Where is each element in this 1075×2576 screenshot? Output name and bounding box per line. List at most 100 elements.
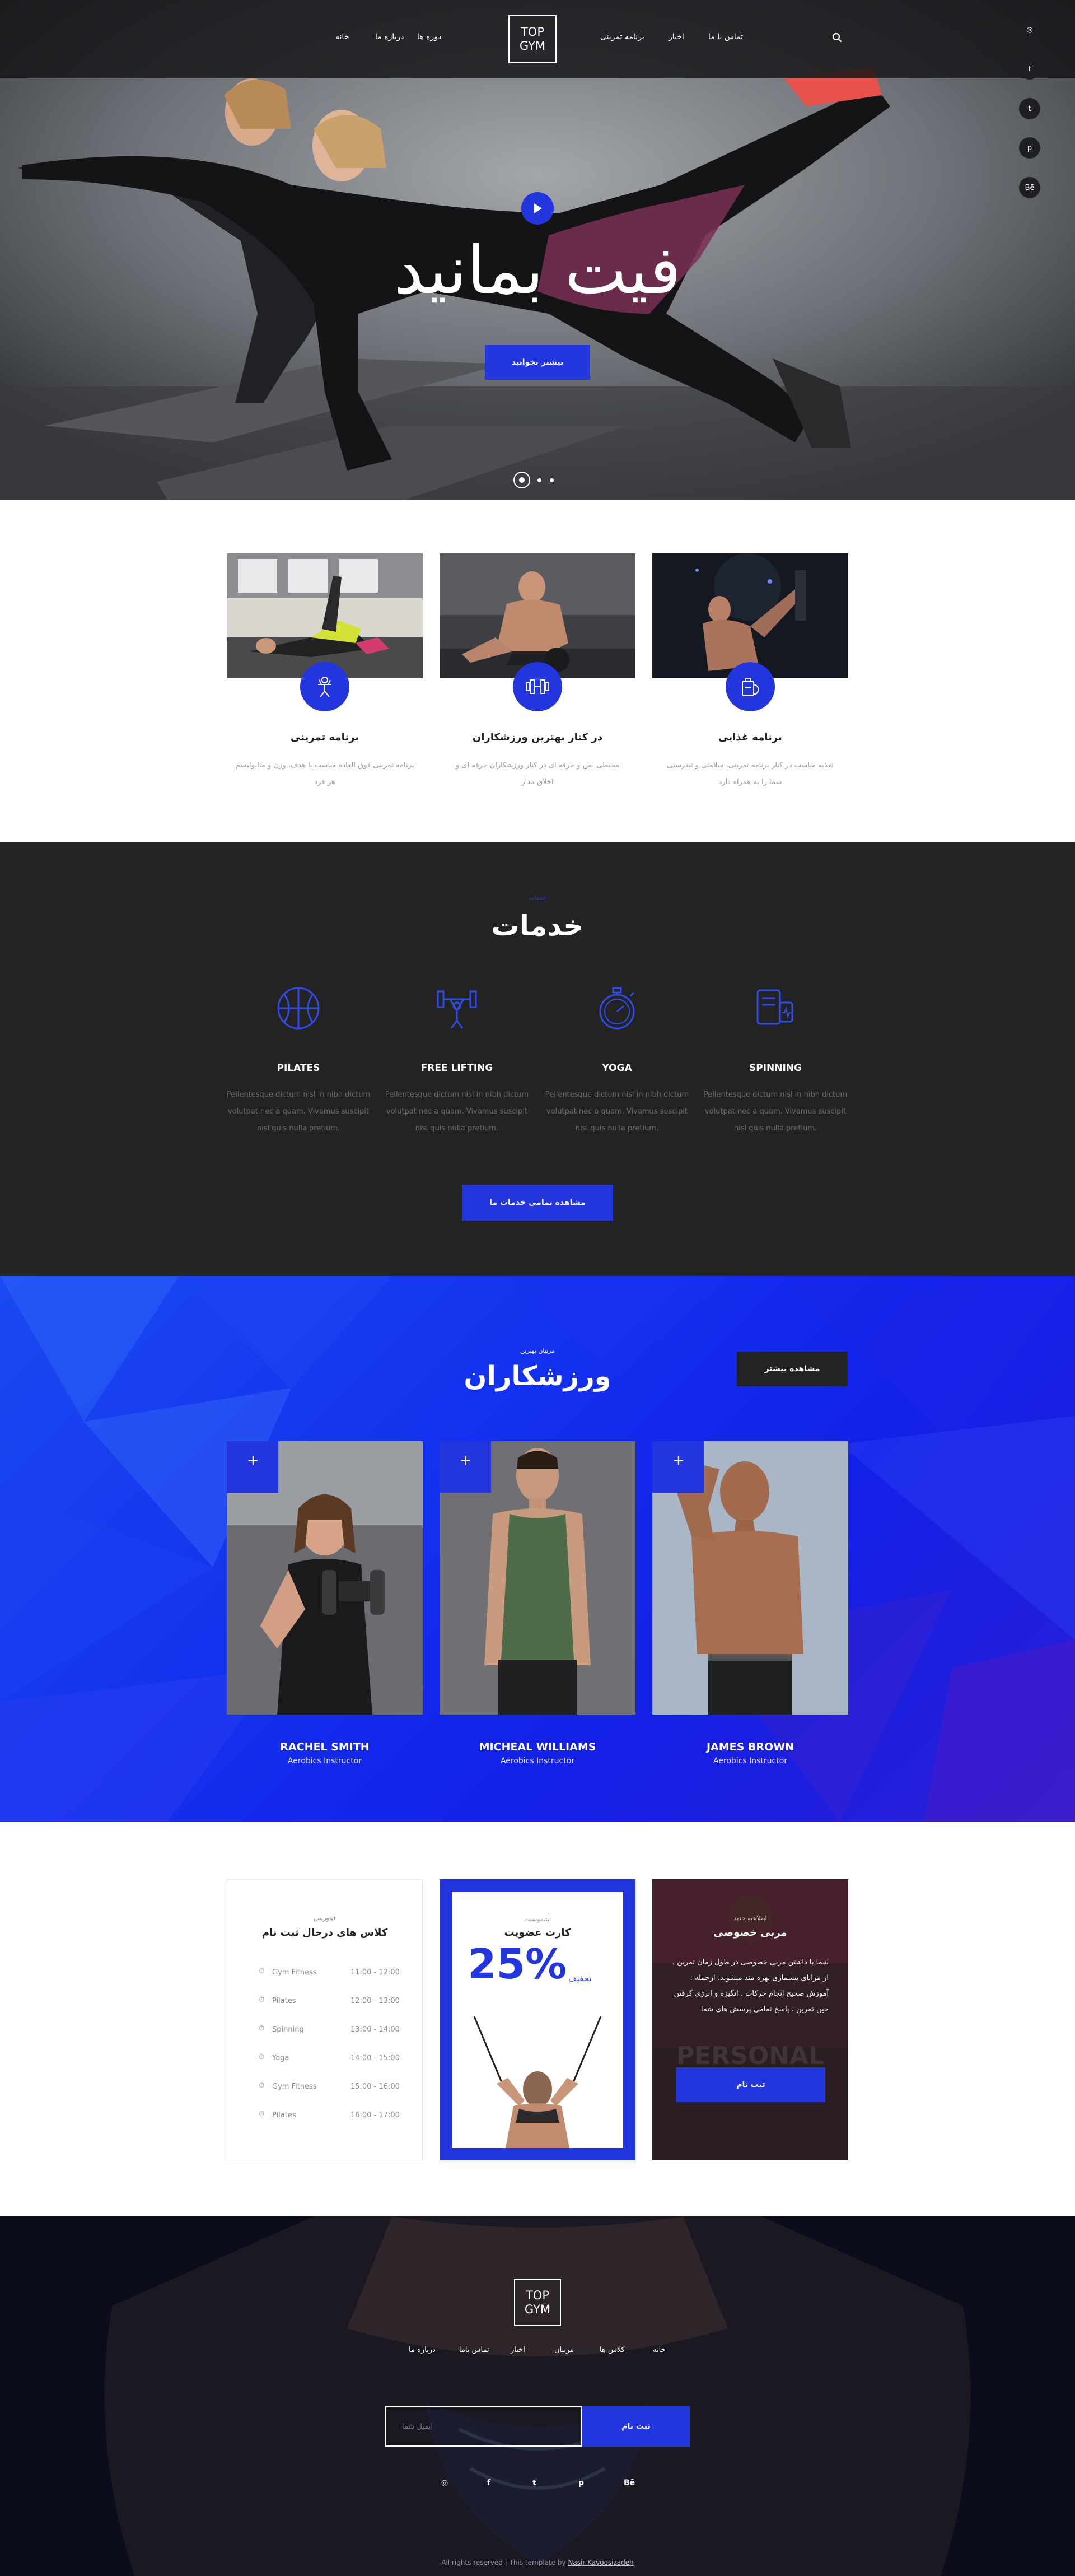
footer-link-classes[interactable]: کلاس ها <box>600 2346 625 2354</box>
schedule-subtitle: فیتوریس <box>314 1914 336 1922</box>
footer-behance-icon[interactable]: Bē <box>624 2479 635 2488</box>
newsletter-subscribe-button[interactable]: ثبت نام <box>582 2406 690 2447</box>
nav-courses[interactable]: دوره ها <box>417 32 441 41</box>
top-navigation: خانه درباره ما دوره ها برنامه تمرینی اخب… <box>0 0 1075 78</box>
weightlifting-icon <box>437 990 477 1029</box>
nav-about[interactable]: درباره ما <box>375 32 404 41</box>
schedule-row: ⏱ Pilates 12:00 - 13:00 <box>259 1996 410 2007</box>
copyright-text: All rights reserved | This template by <box>441 2559 566 2566</box>
behance-icon[interactable]: Bē <box>1019 177 1040 198</box>
trainer-card-micheal[interactable]: + <box>440 1441 635 1715</box>
class-name: Gym Fitness <box>272 1968 317 1977</box>
play-video-button[interactable] <box>521 192 554 225</box>
clock-icon: ⏱ <box>259 1967 265 1976</box>
class-name: Pilates <box>272 2111 296 2120</box>
trainers-title: ورزشکاران <box>464 1361 611 1392</box>
trainer-role: Aerobics Instructor <box>713 1757 788 1766</box>
service-text: Pellentesque dictum nisl in nibh dictum … <box>703 1091 848 1133</box>
personal-text: شما با داشتن مربی خصوصی در طول زمان تمری… <box>672 1958 829 2014</box>
personal-title: مربی خصوصی <box>713 1927 787 1939</box>
site-logo[interactable]: TOP GYM <box>508 15 557 63</box>
footer-pinterest-icon[interactable]: p <box>578 2479 584 2488</box>
schedule-row: ⏱ Yoga 14:00 - 15:00 <box>259 2053 410 2064</box>
logo-bottom-text: GYM <box>519 39 546 53</box>
class-time: 15:00 - 16:00 <box>350 2083 400 2091</box>
nav-program[interactable]: برنامه تمرینی <box>600 32 644 41</box>
trainers-more-button[interactable]: مشاهده بیشتر <box>737 1352 848 1386</box>
clock-icon: ⏱ <box>259 2024 265 2033</box>
trainer-plus-button[interactable]: + <box>227 1441 278 1493</box>
class-time: 13:00 - 14:00 <box>350 2025 400 2034</box>
logo-top-text: TOP <box>520 25 545 39</box>
feature-text: محیطی امن و حرفه ای در کنار ورزشکاران حر… <box>455 761 620 786</box>
hero-title: فیت بمانید <box>394 231 681 309</box>
play-icon <box>534 203 542 213</box>
basketball-icon <box>277 987 320 1030</box>
facebook-icon[interactable]: f <box>1019 58 1040 80</box>
membership-subtitle: اپتیموسیت <box>524 1916 551 1923</box>
nutrition-icon <box>742 678 759 696</box>
footer-dribbble-icon[interactable]: ◎ <box>441 2479 448 2488</box>
footer-link-contact[interactable]: تماس باما <box>459 2346 489 2354</box>
newsletter-email-input[interactable] <box>385 2406 582 2447</box>
clock-icon: ⏱ <box>259 2110 265 2118</box>
schedule-title: کلاس های درحال ثبت نام <box>261 1927 388 1939</box>
dumbbell-icon <box>526 679 549 694</box>
footer-link-home[interactable]: خانه <box>653 2346 666 2354</box>
service-text: Pellentesque dictum nisl in nibh dictum … <box>545 1091 689 1133</box>
view-all-services-button[interactable]: مشاهده تمامی خدمات ما <box>462 1185 613 1221</box>
copyright-line: All rights reserved | This template by N… <box>314 2559 761 2566</box>
class-time: 14:00 - 15:00 <box>350 2054 400 2062</box>
membership-photo <box>452 2016 623 2148</box>
service-text: Pellentesque dictum nisl in nibh dictum … <box>226 1091 371 1133</box>
trainers-subtitle: مربیان بهترین <box>520 1347 555 1354</box>
nav-home[interactable]: خانه <box>335 32 349 41</box>
footer-link-trainers[interactable]: مربیان <box>554 2346 574 2354</box>
nutrition-badge <box>726 662 775 711</box>
dribbble-icon[interactable]: ◎ <box>1019 19 1040 40</box>
fitness-tracker-icon <box>756 989 793 1025</box>
feature-text: تغذیه مناسب در کنار برنامه تمرینی، سلامت… <box>667 761 834 786</box>
footer-link-about[interactable]: درباره ما <box>409 2346 436 2354</box>
schedule-row: ⏱ Spinning 13:00 - 14:00 <box>259 2024 410 2035</box>
personal-signup-button[interactable]: ثبت نام <box>676 2067 825 2102</box>
hero-read-more-button[interactable]: بیشتر بخوانید <box>485 345 590 380</box>
footer-facebook-icon[interactable]: f <box>487 2479 490 2488</box>
schedule-row: ⏱ Gym Fitness 11:00 - 12:00 <box>259 1967 410 1978</box>
service-title-pilates: PILATES <box>277 1063 320 1074</box>
discount-label: تخفیف <box>568 1973 592 1983</box>
nav-contact[interactable]: تماس با ما <box>708 32 743 41</box>
athletes-badge <box>513 662 562 711</box>
personal-subtitle: اطلاعیه جدید <box>733 1914 767 1922</box>
athlete-icon <box>318 677 331 697</box>
schedule-row: ⏱ Gym Fitness 15:00 - 16:00 <box>259 2081 410 2093</box>
slide-dot-active[interactable] <box>513 472 530 488</box>
stopwatch-icon <box>599 987 635 1030</box>
slide-dot[interactable] <box>538 478 541 482</box>
footer-twitter-icon[interactable]: t <box>532 2479 536 2488</box>
slide-dot[interactable] <box>550 478 554 482</box>
class-time: 16:00 - 17:00 <box>350 2111 400 2120</box>
service-text: Pellentesque dictum nisl in nibh dictum … <box>385 1091 529 1133</box>
author-link[interactable]: Nasir Kavoosizadeh <box>568 2559 633 2566</box>
trainer-role: Aerobics Instructor <box>287 1757 362 1766</box>
footer-link-news[interactable]: اخبار <box>511 2346 525 2354</box>
service-title-spinning: SPINNING <box>749 1063 802 1074</box>
twitter-icon[interactable]: t <box>1019 98 1040 119</box>
trainer-card-rachel[interactable]: + <box>227 1441 423 1715</box>
trainer-plus-button[interactable]: + <box>652 1441 704 1493</box>
pinterest-icon[interactable]: p <box>1019 137 1040 159</box>
feature-title: در کنار بهترین ورزشکاران <box>472 732 603 743</box>
feature-image-athletes <box>440 553 635 678</box>
services-subtitle: خدمات <box>528 894 547 901</box>
discount-percent: 25% <box>468 1940 567 1988</box>
feature-title: برنامه غذایی <box>718 732 782 743</box>
trainer-plus-button[interactable]: + <box>440 1441 491 1493</box>
nav-news[interactable]: اخبار <box>669 32 684 41</box>
trainer-card-james[interactable]: + <box>652 1441 848 1715</box>
class-name: Gym Fitness <box>272 2083 317 2091</box>
clock-icon: ⏱ <box>259 2081 265 2090</box>
search-icon[interactable] <box>832 32 842 43</box>
footer-logo[interactable]: TOP GYM <box>514 2279 561 2326</box>
membership-title: کارت عضویت <box>504 1927 571 1939</box>
